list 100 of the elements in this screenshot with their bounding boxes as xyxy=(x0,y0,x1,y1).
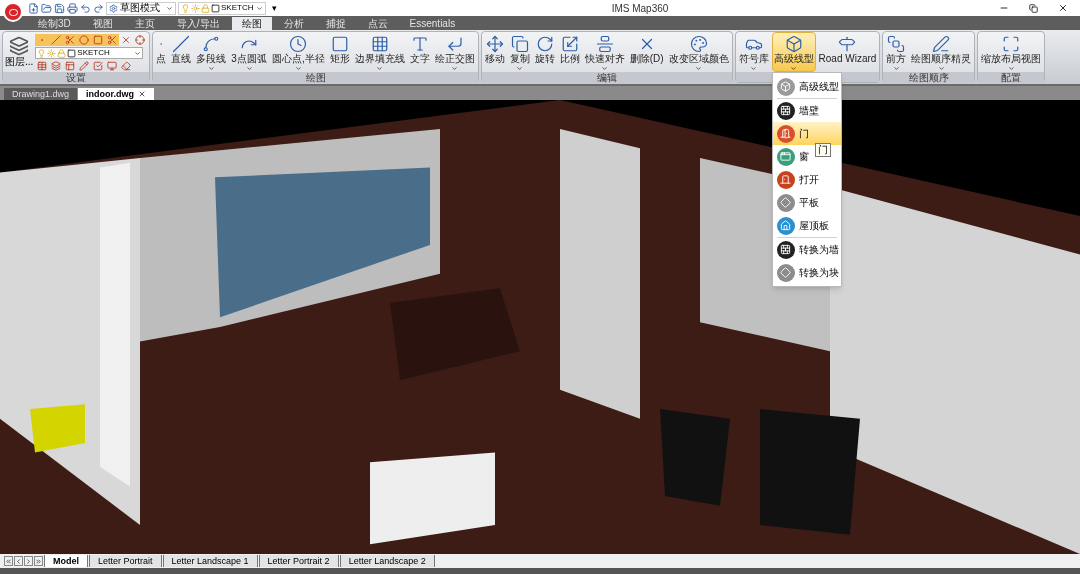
sun-icon xyxy=(191,3,200,13)
ribbon-tab[interactable]: 点云 xyxy=(357,17,398,30)
maximize-icon xyxy=(1002,35,1021,53)
close-icon[interactable] xyxy=(138,90,147,98)
ribbon-tab[interactable]: 视图 xyxy=(82,17,123,30)
menu-item[interactable]: 平板 xyxy=(772,191,841,214)
ribbon-button[interactable]: 文字 xyxy=(407,32,432,72)
menu-item[interactable]: 转换为墙 xyxy=(772,238,841,261)
ribbon-tab[interactable]: 分析 xyxy=(273,17,314,30)
ribbon-tab[interactable]: 捕捉 xyxy=(315,17,356,30)
group-title: 绘图顺序 xyxy=(908,72,949,83)
gear-icon xyxy=(109,3,118,13)
eraser-icon[interactable] xyxy=(119,60,134,72)
scissors-icon[interactable] xyxy=(105,34,120,46)
ribbon-tab[interactable]: 导入/导出 xyxy=(166,17,230,30)
dot-icon xyxy=(158,41,165,47)
ribbon-button[interactable]: 符号库 xyxy=(736,32,771,72)
ribbon-button[interactable]: 3点圆弧 xyxy=(229,32,269,72)
window-title: IMS Map360 xyxy=(611,1,669,16)
ribbon-button[interactable]: 删除(D) xyxy=(627,32,666,72)
ribbon-button[interactable]: 前方 xyxy=(884,32,909,72)
caret-icon xyxy=(166,4,173,12)
layout-tab[interactable]: Letter Portrait xyxy=(89,555,162,567)
customize-button[interactable]: ▾ xyxy=(268,3,281,13)
lightbulb-icon xyxy=(181,3,190,13)
ribbon-button[interactable]: 直线 xyxy=(169,32,194,72)
mode-dropdown[interactable]: 草图模式 xyxy=(106,1,176,15)
ribbon-tab[interactable]: 绘制3D xyxy=(28,17,81,30)
save-icon[interactable] xyxy=(54,2,65,14)
menu-item[interactable]: 屋顶板 xyxy=(772,214,841,237)
palette-icon xyxy=(689,35,708,53)
undo-icon[interactable] xyxy=(80,2,91,14)
first-page-icon[interactable] xyxy=(4,556,13,566)
layer-combo[interactable]: SKETCH xyxy=(178,1,266,15)
monitor-icon[interactable] xyxy=(105,60,120,72)
layers-front-icon xyxy=(887,35,906,53)
polyline-icon xyxy=(202,35,221,53)
sun-icon xyxy=(47,48,57,58)
ribbon-button[interactable]: 高级线型 xyxy=(771,32,816,72)
ribbon-button[interactable]: 比例 xyxy=(557,32,582,72)
next-icon[interactable] xyxy=(24,556,33,566)
ribbon-button[interactable]: 圆心点,半径 xyxy=(269,32,327,72)
house-icon xyxy=(776,216,795,235)
layer-combo[interactable]: SKETCH xyxy=(35,47,144,59)
ribbon-button[interactable]: 边界填充线 xyxy=(352,32,407,72)
previous-icon[interactable] xyxy=(14,556,23,566)
layers-button[interactable]: 图层... xyxy=(5,34,34,68)
layout-tab[interactable]: Letter Landscape 2 xyxy=(339,555,435,567)
ribbon-button[interactable]: 快速对齐 xyxy=(582,32,627,72)
menu-item[interactable]: 门 xyxy=(772,122,841,145)
ribbon-tab[interactable]: Essentials xyxy=(399,17,466,30)
ribbon-button[interactable]: 绘正交图 xyxy=(432,32,477,72)
menu-item[interactable]: 打开 xyxy=(772,168,841,191)
restore-icon[interactable] xyxy=(1029,3,1038,13)
document-tab[interactable]: indoor.dwg xyxy=(78,88,155,100)
brick-wall-icon xyxy=(776,101,795,120)
group-title: 编辑 xyxy=(596,72,617,83)
crosshair-icon[interactable] xyxy=(133,34,148,46)
scissors-icon[interactable] xyxy=(63,34,78,46)
ribbon-button[interactable]: 改变区域颜色 xyxy=(666,32,731,72)
line-icon xyxy=(172,35,191,53)
ribbon-button[interactable]: 点 xyxy=(154,32,169,72)
new-file-icon[interactable] xyxy=(28,2,39,14)
close-icon[interactable] xyxy=(1058,3,1068,13)
menu-item[interactable]: 高级线型 xyxy=(772,75,841,98)
square-icon xyxy=(67,48,77,58)
redo-icon[interactable] xyxy=(93,2,104,14)
ribbon-button[interactable]: 多段线 xyxy=(194,32,229,72)
ribbon-button[interactable]: 旋转 xyxy=(532,32,557,72)
checkbox-icon[interactable] xyxy=(91,60,106,72)
rectangle-icon[interactable] xyxy=(91,34,106,46)
group-title: 设置 xyxy=(66,72,87,83)
ribbon-button[interactable]: 缩放布局视图 xyxy=(979,32,1044,72)
circle-icon[interactable] xyxy=(77,34,92,46)
ribbon-button[interactable]: 绘图顺序精灵 xyxy=(909,32,974,72)
last-page-icon[interactable] xyxy=(34,556,43,566)
document-tab[interactable]: Drawing1.dwg xyxy=(4,88,78,100)
group-title: 绘图 xyxy=(305,72,326,83)
menu-item[interactable]: 墙壁 xyxy=(772,99,841,122)
pencil-icon[interactable] xyxy=(77,60,92,72)
ribbon-button[interactable]: 矩形 xyxy=(327,32,352,72)
ribbon-button[interactable]: 复制 xyxy=(507,32,532,72)
caret-icon xyxy=(256,4,263,12)
folder-icon[interactable] xyxy=(41,2,52,14)
layers-icon[interactable] xyxy=(49,60,64,72)
road-sign-icon xyxy=(838,35,857,53)
layout-tab[interactable]: Model xyxy=(44,555,88,567)
ribbon-button[interactable]: 移动 xyxy=(482,32,507,72)
ribbon-tab[interactable]: 主页 xyxy=(124,17,165,30)
ribbon-button[interactable]: Road Wizard xyxy=(816,32,879,72)
square-icon xyxy=(211,3,220,13)
hatch-icon xyxy=(370,35,389,53)
layout-tab[interactable]: Letter Landscape 1 xyxy=(162,555,258,567)
window-icon xyxy=(776,147,795,166)
layout-tab[interactable]: Letter Portrait 2 xyxy=(258,555,339,567)
ribbon-tab[interactable]: 绘图 xyxy=(231,17,272,30)
menu-item[interactable]: 转换为块 xyxy=(772,261,841,284)
line-icon[interactable] xyxy=(49,34,64,46)
print-icon[interactable] xyxy=(67,2,78,14)
corner-icon xyxy=(445,35,464,53)
